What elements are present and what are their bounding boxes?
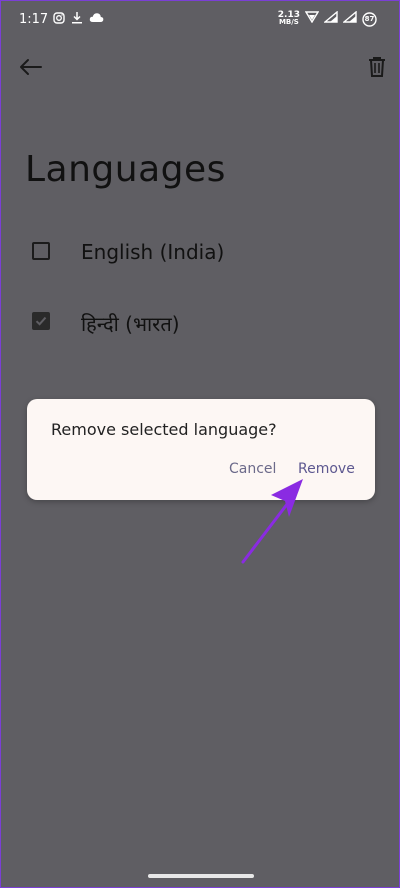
- page-title: Languages: [25, 149, 226, 190]
- checkbox-english[interactable]: [32, 242, 50, 260]
- back-button[interactable]: [15, 51, 47, 83]
- status-bar: 1:17 2.13 MB/S 87: [1, 1, 399, 37]
- battery-level: 87: [364, 14, 375, 23]
- language-label-english: English (India): [81, 240, 225, 264]
- remove-language-dialog: Remove selected language? Cancel Remove: [27, 399, 375, 500]
- arrow-left-icon: [20, 59, 42, 75]
- wifi-icon: [304, 11, 320, 27]
- battery-icon: 87: [362, 11, 377, 27]
- checkmark-icon: [35, 316, 47, 326]
- language-list: English (India) हिन्दी (भारत): [1, 221, 399, 361]
- status-icons-right: 2.13 MB/S 87: [278, 11, 377, 27]
- network-speed-unit: MB/S: [278, 18, 299, 26]
- status-icons-left: [53, 11, 104, 28]
- signal-icon: [342, 10, 357, 27]
- language-item-hindi[interactable]: हिन्दी (भारत): [1, 291, 399, 361]
- delete-button[interactable]: [361, 51, 393, 83]
- trash-icon: [369, 57, 385, 77]
- download-icon: [71, 11, 83, 28]
- checkbox-hindi[interactable]: [32, 312, 50, 330]
- annotation-arrow-icon: [241, 479, 303, 564]
- instagram-icon: [53, 11, 65, 28]
- dialog-message: Remove selected language?: [51, 420, 277, 439]
- signal-icon: [323, 10, 338, 27]
- cloud-icon: [89, 12, 104, 27]
- network-speed: 2.13 MB/S: [278, 11, 300, 26]
- screen: 1:17 2.13 MB/S 87 Languages English (Ind…: [0, 0, 400, 888]
- language-item-english[interactable]: English (India): [1, 221, 399, 291]
- top-action-bar: [1, 49, 399, 85]
- language-label-hindi: हिन्दी (भारत): [81, 312, 180, 336]
- status-time: 1:17: [19, 12, 49, 27]
- home-indicator[interactable]: [148, 874, 254, 878]
